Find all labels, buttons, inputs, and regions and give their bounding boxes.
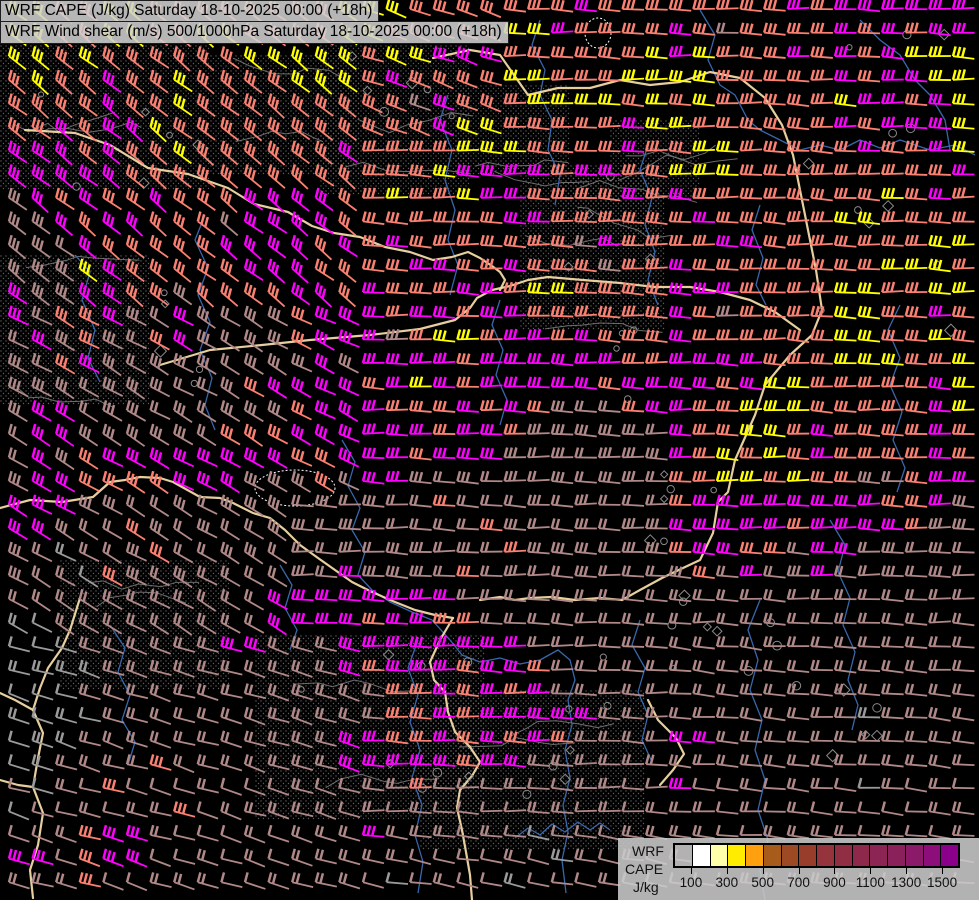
legend-tick	[834, 868, 835, 874]
legend-swatch	[799, 845, 817, 866]
map-canvas	[0, 0, 979, 900]
legend-tick	[727, 868, 728, 874]
legend-tick	[763, 868, 764, 874]
legend-swatch	[675, 845, 693, 866]
legend-tick-label: 100	[680, 875, 703, 890]
legend-tick	[870, 868, 871, 874]
title-cape: WRF CAPE (J/kg) Saturday 18-10-2025 00:0…	[0, 0, 379, 23]
legend-swatch	[764, 845, 782, 866]
legend-swatch	[728, 845, 746, 866]
legend-swatch	[888, 845, 906, 866]
legend-swatch	[746, 845, 764, 866]
legend-parameter-label: CAPE	[625, 862, 663, 876]
legend-swatch	[853, 845, 871, 866]
legend-color-scale	[673, 843, 960, 868]
wrf-weather-map: WRF CAPE (J/kg) Saturday 18-10-2025 00:0…	[0, 0, 979, 900]
legend-tick-label: 1100	[856, 875, 885, 890]
legend-tick	[942, 868, 943, 874]
legend-tick	[799, 868, 800, 874]
legend-tick-label: 300	[716, 875, 739, 890]
legend-tick-label: 1500	[927, 875, 957, 890]
legend-swatch	[870, 845, 888, 866]
legend-tick	[691, 868, 692, 874]
cape-legend: WRF CAPE J/kg 100 300 500 700 900 1100 1300 150…	[618, 838, 979, 900]
legend-tick	[906, 868, 907, 874]
legend-swatch	[711, 845, 729, 866]
title-wind-shear: WRF Wind shear (m/s) 500/1000hPa Saturda…	[0, 21, 509, 44]
legend-tick-label: 700	[787, 875, 810, 890]
legend-swatch	[693, 845, 711, 866]
legend-swatch	[924, 845, 942, 866]
legend-swatch	[906, 845, 924, 866]
legend-tick-label: 1300	[891, 875, 921, 890]
legend-units-label: J/kg	[633, 880, 659, 894]
legend-model-label: WRF	[632, 844, 664, 858]
legend-swatch	[782, 845, 800, 866]
legend-swatch	[835, 845, 853, 866]
legend-tick-label: 900	[823, 875, 846, 890]
legend-tick-label: 500	[751, 875, 774, 890]
legend-swatch	[941, 845, 958, 866]
legend-swatch	[817, 845, 835, 866]
